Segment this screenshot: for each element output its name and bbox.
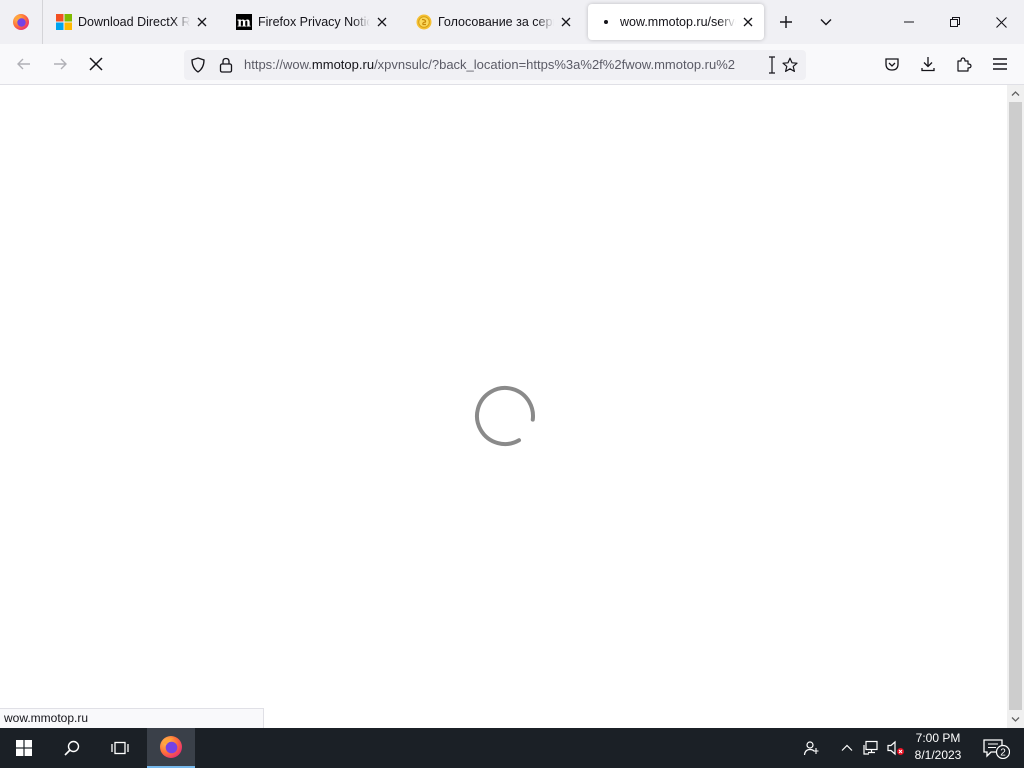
restore-icon — [950, 17, 960, 27]
back-button[interactable] — [8, 48, 40, 80]
downloads-button[interactable] — [912, 48, 944, 80]
system-clock[interactable]: 7:00 PM 8/1/2023 — [908, 730, 968, 766]
clock-date: 8/1/2023 — [914, 748, 962, 762]
tab-mmotop-active[interactable]: wow.mmotop.ru/serve — [588, 4, 764, 40]
list-all-tabs-button[interactable] — [810, 6, 842, 38]
puzzle-piece-icon — [957, 57, 972, 72]
mozilla-m-icon: m — [236, 14, 252, 30]
taskbar-firefox[interactable] — [147, 728, 195, 768]
volume-muted-icon — [887, 740, 904, 756]
scrollbar-thumb[interactable] — [1009, 102, 1022, 710]
navigation-toolbar: https://wow.mmotop.ru/xpvnsulc/?back_loc… — [0, 44, 1024, 85]
tab-title: Download DirectX Redi — [78, 15, 190, 29]
firefox-logo-icon — [160, 736, 182, 758]
bookmark-star-icon[interactable] — [780, 55, 800, 75]
close-tab-icon[interactable] — [194, 14, 210, 30]
minimize-icon — [904, 21, 914, 23]
volume-button[interactable] — [884, 728, 908, 768]
new-tab-button[interactable] — [770, 6, 802, 38]
url-path: /xpvnsulc/?back_location=https%3a%2f%2fw… — [374, 57, 736, 72]
pocket-button[interactable] — [876, 48, 908, 80]
svg-text:m: m — [237, 16, 251, 31]
microsoft-logo-icon — [56, 14, 72, 30]
address-bar[interactable]: https://wow.mmotop.ru/xpvnsulc/?back_loc… — [184, 50, 806, 80]
stop-icon — [89, 57, 103, 71]
tab-strip: Download DirectX Redi m Firefox Privacy … — [0, 0, 1024, 44]
stop-loading-button[interactable] — [80, 48, 112, 80]
people-icon — [803, 741, 819, 756]
minimize-button[interactable] — [886, 0, 932, 44]
notification-icon: 2 — [983, 739, 1010, 759]
network-button[interactable] — [860, 728, 882, 768]
show-hidden-icons-button[interactable] — [836, 728, 858, 768]
url-host: mmotop.ru — [311, 57, 375, 72]
clock-time: 7:00 PM — [915, 731, 961, 745]
extensions-button[interactable] — [948, 48, 980, 80]
loading-dot-icon — [598, 14, 614, 30]
url-text[interactable]: https://wow.mmotop.ru/xpvnsulc/?back_loc… — [244, 50, 764, 80]
windows-logo-icon — [16, 740, 32, 756]
close-tab-icon[interactable] — [558, 14, 574, 30]
plus-icon — [780, 16, 792, 28]
status-panel: wow.mmotop.ru — [0, 708, 264, 728]
text-cursor-icon — [762, 55, 782, 75]
tab-title: Голосование за серве — [438, 15, 554, 29]
notification-count: 2 — [1000, 748, 1006, 759]
app-menu-button[interactable] — [984, 48, 1016, 80]
people-button[interactable] — [796, 728, 826, 768]
arrow-right-icon — [54, 58, 67, 70]
firefox-view-button[interactable] — [0, 0, 42, 44]
close-icon — [995, 16, 1007, 28]
lock-icon[interactable] — [216, 55, 236, 75]
tabstrip-divider — [42, 0, 43, 44]
hamburger-menu-icon — [993, 58, 1007, 70]
chevron-up-icon — [841, 744, 853, 751]
tab-title: Firefox Privacy Notice — — [258, 15, 370, 29]
search-icon — [64, 740, 80, 756]
task-view-icon — [111, 741, 129, 755]
restore-button[interactable] — [932, 0, 978, 44]
scroll-up-arrow-icon[interactable] — [1007, 85, 1024, 102]
forward-button[interactable] — [44, 48, 76, 80]
page-content — [0, 85, 1007, 728]
coin-icon — [416, 14, 432, 30]
start-button[interactable] — [0, 728, 48, 768]
download-icon — [921, 57, 935, 72]
tab-directx[interactable]: Download DirectX Redi — [46, 4, 218, 40]
tab-firefox-privacy[interactable]: m Firefox Privacy Notice — — [226, 4, 398, 40]
close-window-button[interactable] — [978, 0, 1024, 44]
network-icon — [863, 740, 878, 755]
pocket-icon — [885, 58, 899, 71]
scroll-down-arrow-icon[interactable] — [1007, 711, 1024, 728]
tab-title: wow.mmotop.ru/serve — [620, 15, 736, 29]
tracking-protection-shield-icon[interactable] — [188, 55, 208, 75]
tab-voting[interactable]: Голосование за серве — [406, 4, 582, 40]
taskbar: 7:00 PM 8/1/2023 2 — [0, 728, 1024, 768]
close-tab-icon[interactable] — [740, 14, 756, 30]
arrow-left-icon — [17, 58, 30, 70]
task-view-button[interactable] — [96, 728, 144, 768]
url-prefix: https://wow. — [244, 57, 312, 72]
vertical-scrollbar[interactable] — [1007, 85, 1024, 728]
search-button[interactable] — [48, 728, 96, 768]
close-tab-icon[interactable] — [374, 14, 390, 30]
chevron-down-icon — [820, 19, 832, 26]
action-center-button[interactable]: 2 — [976, 728, 1016, 768]
loading-spinner-icon — [474, 386, 535, 446]
firefox-logo-icon — [13, 14, 29, 30]
